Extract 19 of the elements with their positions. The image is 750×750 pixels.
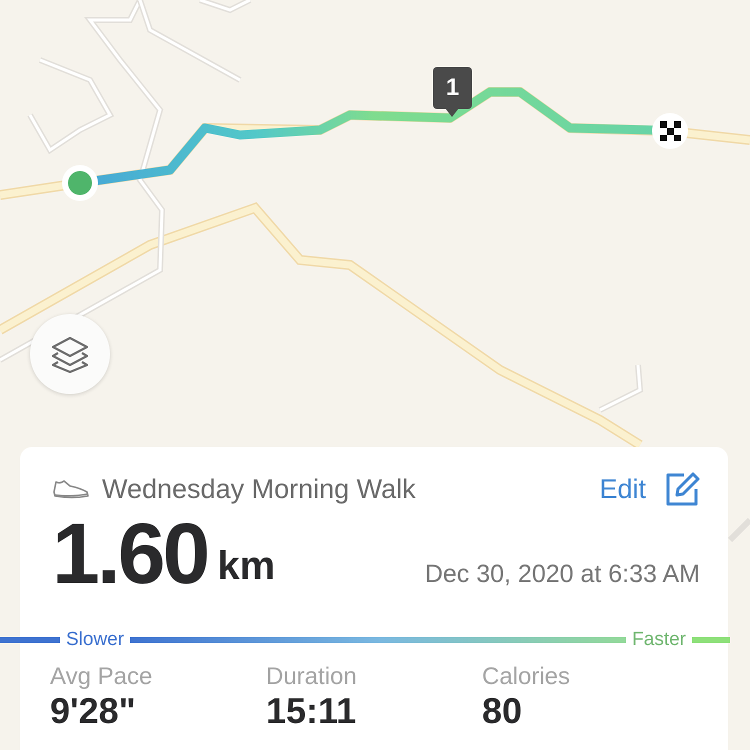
activity-title: Wednesday Morning Walk — [102, 474, 417, 504]
layers-icon — [50, 334, 90, 374]
distance-unit: km — [217, 544, 276, 589]
stat-label: Calories — [482, 663, 572, 691]
finish-flag-icon — [652, 113, 688, 149]
edit-icon[interactable] — [664, 471, 700, 507]
stat-value: 9'28" — [50, 691, 137, 731]
slower-label: Slower — [66, 629, 124, 651]
stat-label: Avg Pace — [50, 663, 154, 691]
shoe-icon — [52, 478, 90, 500]
activity-date: Dec 30, 2020 at 6:33 AM — [424, 560, 700, 589]
edit-button[interactable]: Edit — [599, 474, 646, 504]
split-marker: 1 — [433, 67, 472, 109]
distance-value: 1.60 — [52, 511, 208, 597]
stat-value: 15:11 — [266, 691, 358, 731]
start-marker — [62, 165, 98, 201]
stat-label: Duration — [266, 663, 358, 691]
stat-value: 80 — [482, 691, 524, 731]
faster-label: Faster — [632, 629, 686, 651]
